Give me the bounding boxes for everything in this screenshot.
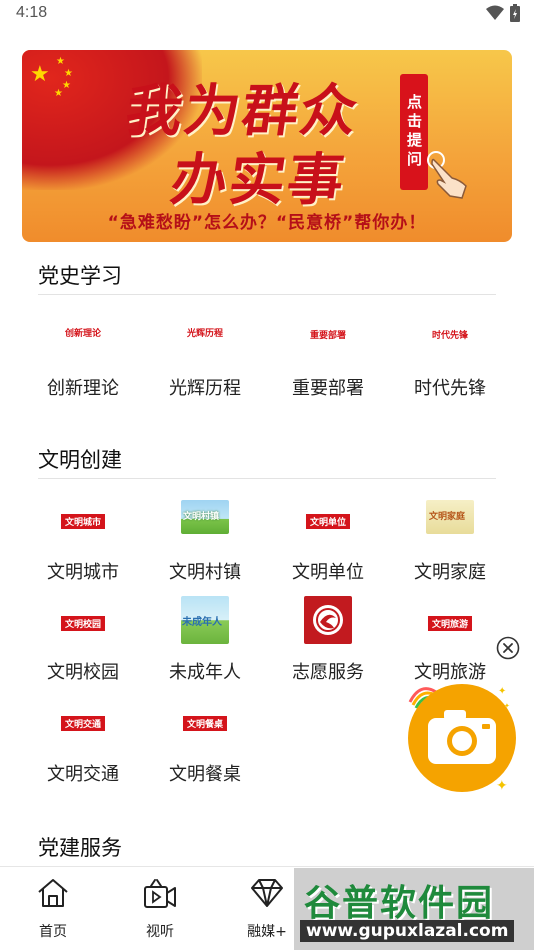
banner-slogan: “急难愁盼”怎么办？“民意桥”帮你办！ <box>107 213 427 233</box>
video-icon <box>144 879 176 908</box>
grid-item-civilized-unit[interactable]: 文明单位 文明单位 <box>273 500 383 584</box>
grid-item-label: 文明家庭 <box>414 562 486 583</box>
minors-image: 未成年人 <box>181 596 229 644</box>
civilized-unit-logo: 文明单位 <box>305 514 351 529</box>
important-deployment-logo: 重要部署 <box>309 331 347 341</box>
grid-item-label: 文明村镇 <box>169 562 241 583</box>
civilized-family-image: 文明家庭 <box>426 500 474 534</box>
status-icons <box>486 4 520 22</box>
grid-item-label: 创新理论 <box>47 378 119 399</box>
divider <box>38 478 496 479</box>
star-icon: ★ <box>64 68 73 79</box>
divider <box>38 294 496 295</box>
civilized-village-logo: 文明村镇 <box>183 512 220 522</box>
grid-item-label: 时代先锋 <box>414 378 486 399</box>
grid-item-label: 未成年人 <box>169 662 241 683</box>
civilized-campus-logo: 文明校园 <box>60 616 106 631</box>
grid-item-label: 文明餐桌 <box>169 764 241 785</box>
banner-title: 办实事 <box>166 148 350 213</box>
star-icon: ★ <box>56 56 65 67</box>
tab-label: 视听 <box>146 924 174 940</box>
watermark-overlay: 谷普软件园 www.gupuxlazal.com <box>294 868 534 950</box>
grid-item-civilized-campus[interactable]: 文明校园 文明校园 <box>28 596 138 686</box>
section-title-party-building: 党建服务 <box>38 836 122 860</box>
grid-item-civilized-city[interactable]: 文明城市 文明城市 <box>28 500 138 584</box>
grid-item-label: 重要部署 <box>292 378 364 399</box>
status-bar: 4:18 <box>0 0 534 28</box>
grid-item-important-deployment[interactable]: 重要部署 重要部署 <box>273 320 383 400</box>
close-icon[interactable] <box>496 636 520 660</box>
grid-item-civilized-village[interactable]: 文明村镇 文明村镇 <box>150 500 260 584</box>
battery-icon <box>510 4 520 22</box>
grid-item-civilized-family[interactable]: 文明家庭 文明家庭 <box>395 500 505 584</box>
grid-item-civilized-traffic[interactable]: 文明交通 文明交通 <box>28 700 138 786</box>
grid-item-innovation-theory[interactable]: 创新理论 创新理论 <box>28 320 138 400</box>
civilized-village-image: 文明村镇 <box>181 500 229 534</box>
diamond-icon <box>251 879 283 907</box>
grid-item-label: 文明校园 <box>47 662 119 683</box>
banner-we-serve-people[interactable]: ★ ★ ★ ★ ★ 我为群众 办实事 点击提问 “急难愁盼”怎么办？“民意桥”帮… <box>22 50 512 242</box>
minors-logo: 未成年人 <box>182 617 222 628</box>
grid-item-era-pioneers[interactable]: 时代先锋 时代先锋 <box>395 320 505 400</box>
star-icon: ★ <box>30 62 50 87</box>
grid-item-label: 光辉历程 <box>169 378 241 399</box>
section-title-civilization: 文明创建 <box>38 448 122 472</box>
pointing-hand-icon <box>427 151 467 199</box>
section-title-party-history: 党史学习 <box>38 264 122 288</box>
tab-home[interactable]: 首页 <box>13 867 93 950</box>
civilized-family-logo: 文明家庭 <box>429 512 466 522</box>
grid-item-minors[interactable]: 未成年人 未成年人 <box>150 596 260 686</box>
grid-item-glorious-history[interactable]: 光辉历程 光辉历程 <box>150 320 260 400</box>
grid-item-label: 文明交通 <box>47 764 119 785</box>
civilized-tourism-logo: 文明旅游 <box>427 616 473 631</box>
tab-audio-video[interactable]: 视听 <box>120 867 200 950</box>
grid-item-civilized-dining[interactable]: 文明餐桌 文明餐桌 <box>150 700 260 786</box>
volunteer-emblem-icon <box>313 605 343 635</box>
star-icon: ★ <box>62 80 71 91</box>
glorious-history-logo: 光辉历程 <box>186 329 224 339</box>
tab-label: 首页 <box>39 924 67 940</box>
grid-item-label: 志愿服务 <box>292 662 364 683</box>
civilized-city-logo: 文明城市 <box>60 514 106 529</box>
svg-text:✦: ✦ <box>498 686 506 697</box>
civilized-traffic-logo: 文明交通 <box>60 716 106 731</box>
era-pioneers-logo: 时代先锋 <box>431 331 469 341</box>
grid-item-label: 文明城市 <box>47 562 119 583</box>
watermark-url: www.gupuxlazal.com <box>300 920 515 942</box>
innovation-theory-logo: 创新理论 <box>64 329 102 339</box>
home-icon <box>38 879 68 907</box>
watermark-name: 谷普软件园 <box>304 883 495 924</box>
grid-item-label: 文明单位 <box>292 562 364 583</box>
camera-icon[interactable]: ✦ ✦ ✦ <box>406 678 518 794</box>
volunteer-service-image <box>304 596 352 644</box>
wifi-icon <box>486 5 504 20</box>
star-icon: ★ <box>54 88 63 99</box>
civilized-dining-logo: 文明餐桌 <box>182 716 228 731</box>
grid-item-volunteer-service[interactable]: 志愿服务 <box>273 596 383 686</box>
status-time: 4:18 <box>16 4 48 21</box>
svg-text:✦: ✦ <box>496 778 508 794</box>
grid-item-civilized-tourism[interactable]: 文明旅游 文明旅游 <box>395 596 505 686</box>
